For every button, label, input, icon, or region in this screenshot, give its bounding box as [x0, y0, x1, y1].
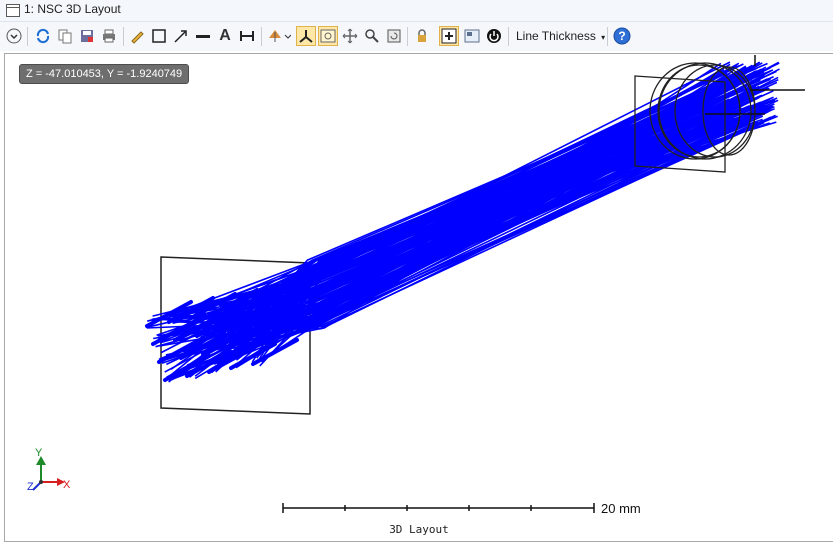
window-icon	[6, 4, 20, 17]
chevron-down-icon[interactable]	[4, 26, 24, 46]
zoom-icon[interactable]	[362, 26, 382, 46]
axes-view-icon[interactable]	[296, 26, 316, 46]
line-thickness-dropdown[interactable]: Line Thickness ▾	[516, 29, 605, 43]
rotate-lens-icon[interactable]	[318, 26, 338, 46]
pan-icon[interactable]	[340, 26, 360, 46]
dimension-icon[interactable]	[237, 26, 257, 46]
scale-bar-label: 20 mm	[601, 501, 641, 516]
svg-text:?: ?	[618, 29, 625, 43]
layout-canvas[interactable]: X Y Z 20 mm	[5, 54, 833, 520]
ray-bundle	[145, 61, 780, 383]
text-icon[interactable]: A	[215, 26, 235, 46]
line-icon[interactable]	[193, 26, 213, 46]
refresh-icon[interactable]	[33, 26, 53, 46]
chevron-down-icon: ▾	[601, 33, 606, 42]
ray-path	[192, 61, 731, 312]
help-icon[interactable]: ?	[612, 26, 632, 46]
coordinate-readout: Z = -47.010453, Y = -1.9240749	[19, 64, 190, 84]
axis-label-x: X	[63, 479, 71, 491]
layout-viewport[interactable]: X Y Z 20 mm Z = -47.010453, Y = -1.92407…	[4, 53, 833, 521]
footer-bar: 3D Layout	[4, 519, 833, 542]
save-icon[interactable]	[77, 26, 97, 46]
reset-view-icon[interactable]	[384, 26, 404, 46]
window-layout-icon[interactable]	[462, 26, 482, 46]
pencil-icon[interactable]	[127, 26, 147, 46]
axis-label-z: Z	[27, 481, 34, 493]
lock-icon[interactable]	[412, 26, 432, 46]
window-title: 1: NSC 3D Layout	[24, 2, 121, 16]
rotate-view-icon[interactable]	[266, 26, 292, 46]
fit-view-icon[interactable]	[439, 26, 459, 46]
title-bar: 1: NSC 3D Layout	[0, 0, 833, 22]
line-thickness-label: Line Thickness	[516, 29, 596, 43]
rectangle-icon[interactable]	[149, 26, 169, 46]
axis-label-y: Y	[35, 447, 43, 459]
arrow-icon[interactable]	[171, 26, 191, 46]
footer-label: 3D Layout	[389, 523, 449, 536]
power-icon[interactable]	[484, 26, 504, 46]
axis-triad-icon	[32, 456, 65, 491]
toolbar: A Line Thickness ▾ ?	[0, 22, 833, 51]
scale-bar	[282, 503, 595, 513]
copy-icon[interactable]	[55, 26, 75, 46]
print-icon[interactable]	[99, 26, 119, 46]
